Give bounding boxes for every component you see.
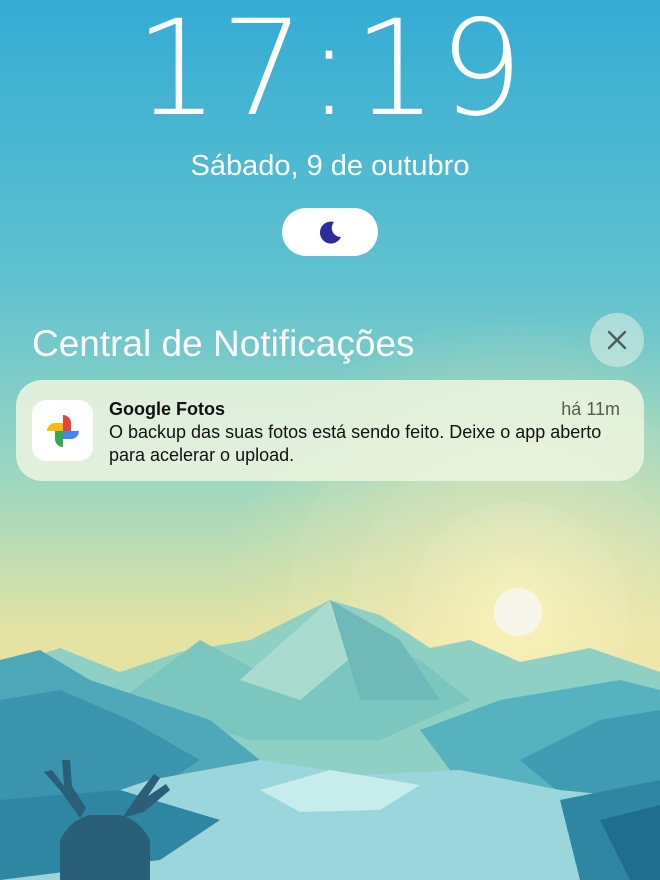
app-icon — [32, 400, 93, 461]
lock-screen-clock: 17:19 — [134, 0, 526, 146]
sun — [494, 588, 542, 636]
notification-card[interactable]: Google Fotos há 11m O backup das suas fo… — [16, 380, 644, 481]
notification-body: O backup das suas fotos está sendo feito… — [109, 422, 602, 465]
focus-mode-button[interactable] — [282, 208, 378, 256]
notification-app-name: Google Fotos — [109, 399, 225, 419]
notification-center-title: Central de Notificações — [32, 323, 415, 364]
google-photos-icon — [46, 414, 79, 447]
close-icon — [607, 330, 627, 350]
lock-screen-date: Sábado, 9 de outubro — [190, 150, 470, 182]
clear-notifications-button[interactable] — [590, 313, 644, 367]
moon-icon — [319, 221, 341, 244]
notification-time: há 11m — [561, 399, 620, 419]
